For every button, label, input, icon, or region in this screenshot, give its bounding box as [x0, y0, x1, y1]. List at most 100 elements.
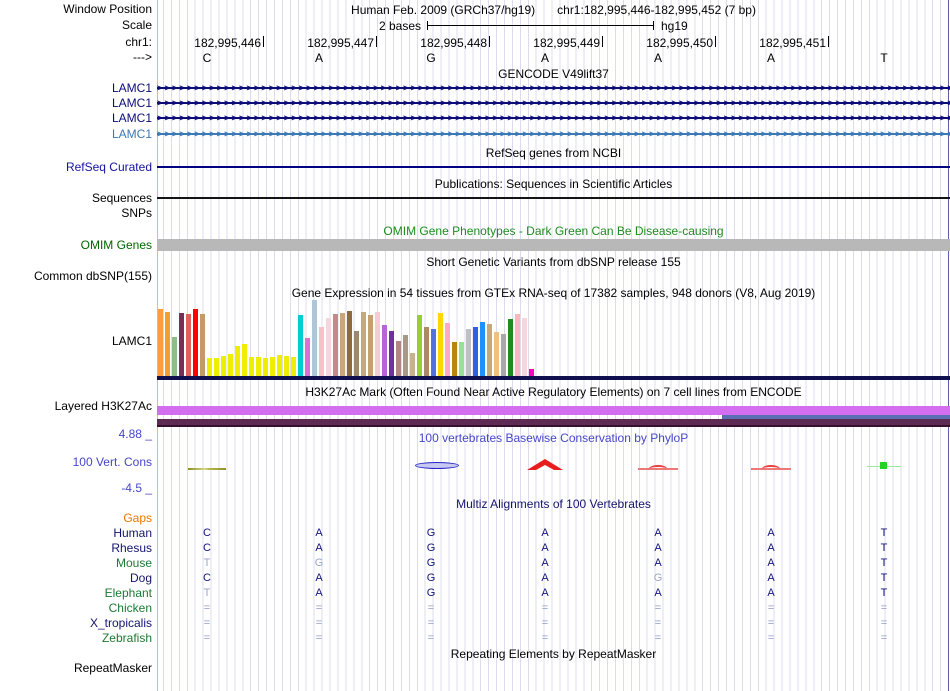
gtex-tissue-bar	[256, 357, 261, 377]
phylop-bump-arc	[762, 465, 780, 469]
sequence-base: G	[423, 51, 439, 65]
gtex-tissue-bar	[312, 300, 317, 377]
gtex-tissue-bar	[207, 358, 212, 377]
gtex-baseline	[157, 376, 950, 380]
align-base-rhesus: A	[311, 542, 327, 554]
left-label-species-human[interactable]: Human	[113, 527, 152, 540]
align-base-x_tropicalis: =	[311, 617, 327, 629]
gtex-tissue-bar	[522, 318, 527, 377]
left-label-snps[interactable]: SNPs	[121, 207, 152, 220]
align-base-rhesus: A	[537, 542, 553, 554]
align-base-rhesus: A	[763, 542, 779, 554]
align-base-elephant: A	[311, 587, 327, 599]
scale-ruler-left-tick	[427, 21, 428, 30]
left-label-layered-h3k27ac[interactable]: Layered H3K27Ac	[55, 400, 152, 413]
left-label-gaps[interactable]: Gaps	[123, 512, 152, 525]
sequence-base: T	[876, 51, 892, 65]
left-label-species-chicken[interactable]: Chicken	[109, 602, 152, 615]
align-base-chicken: =	[763, 602, 779, 614]
left-label-species-mouse[interactable]: Mouse	[116, 557, 152, 570]
left-label-gencode-lamc1-4[interactable]: LAMC1	[112, 128, 152, 141]
gtex-tissue-bar	[459, 342, 464, 377]
sequence-base: A	[763, 51, 779, 65]
left-label-vert-cons[interactable]: 100 Vert. Cons	[73, 456, 152, 469]
gtex-tissue-bar	[333, 314, 338, 377]
scale-ruler-right-tick	[653, 21, 654, 30]
gtex-tissue-bar	[424, 327, 429, 377]
align-base-human: T	[876, 527, 892, 539]
left-label-sequences[interactable]: Sequences	[92, 192, 152, 205]
gencode-arrow-glyphs: >>>>>>>>>>>>>>>>>>>>>>>>>>>>>>>>>>>>>>>>…	[157, 113, 950, 123]
ruler-tick	[376, 36, 377, 47]
align-base-zebrafish: =	[650, 632, 666, 644]
ruler-tick	[715, 36, 716, 47]
align-base-dog: A	[311, 572, 327, 584]
left-label-gencode-lamc1-2[interactable]: LAMC1	[112, 97, 152, 110]
left-label-species-rhesus[interactable]: Rhesus	[111, 542, 152, 555]
gencode-transcript[interactable]: >>>>>>>>>>>>>>>>>>>>>>>>>>>>>>>>>>>>>>>>…	[157, 98, 950, 108]
gtex-tissue-bar	[347, 311, 352, 377]
align-base-x_tropicalis: =	[423, 617, 439, 629]
refseq-curated-line	[157, 166, 950, 168]
gencode-transcript[interactable]: >>>>>>>>>>>>>>>>>>>>>>>>>>>>>>>>>>>>>>>>…	[157, 129, 950, 139]
track-title-dbsnp: Short Genetic Variants from dbSNP releas…	[157, 255, 950, 269]
phylop-dash-mark	[188, 468, 226, 470]
gtex-tissue-bar	[410, 353, 415, 377]
left-label-species-x-tropicalis[interactable]: X_tropicalis	[90, 617, 152, 630]
align-base-zebrafish: =	[763, 632, 779, 644]
ruler-tick	[489, 36, 490, 47]
gencode-arrow-glyphs: >>>>>>>>>>>>>>>>>>>>>>>>>>>>>>>>>>>>>>>>…	[157, 83, 950, 93]
track-title-publications: Publications: Sequences in Scientific Ar…	[157, 177, 950, 191]
gtex-tissue-bar	[165, 312, 170, 377]
left-label-gencode-lamc1-1[interactable]: LAMC1	[112, 82, 152, 95]
scale-assembly: hg19	[661, 19, 688, 33]
gtex-tissue-bar	[487, 324, 492, 377]
gtex-tissue-bar	[214, 358, 219, 377]
align-base-x_tropicalis: =	[537, 617, 553, 629]
align-base-x_tropicalis: =	[650, 617, 666, 629]
gtex-tissue-bar	[284, 356, 289, 377]
align-base-rhesus: G	[423, 542, 439, 554]
left-label-species-dog[interactable]: Dog	[130, 572, 152, 585]
align-base-dog: G	[650, 572, 666, 584]
gencode-transcript[interactable]: >>>>>>>>>>>>>>>>>>>>>>>>>>>>>>>>>>>>>>>>…	[157, 83, 950, 93]
align-base-elephant: T	[199, 587, 215, 599]
left-label-species-zebrafish[interactable]: Zebrafish	[102, 632, 152, 645]
ruler-position-label: 182,995,447	[307, 36, 374, 50]
align-base-zebrafish: =	[423, 632, 439, 644]
left-label-gtex-lamc1[interactable]: LAMC1	[112, 335, 152, 348]
gtex-tissue-bar	[515, 314, 520, 377]
gtex-tissue-bar	[361, 312, 366, 377]
gencode-arrow-glyphs: >>>>>>>>>>>>>>>>>>>>>>>>>>>>>>>>>>>>>>>>…	[157, 129, 950, 139]
omim-genes-bar[interactable]	[157, 239, 950, 251]
left-label-refseq-curated[interactable]: RefSeq Curated	[66, 161, 152, 174]
gtex-tissue-bar	[473, 327, 478, 377]
left-label-omim-genes[interactable]: OMIM Genes	[81, 239, 152, 252]
track-title-gtex: Gene Expression in 54 tissues from GTEx …	[157, 286, 950, 300]
genome-browser-image[interactable]: Human Feb. 2009 (GRCh37/hg19) chr1:182,9…	[0, 0, 950, 691]
left-label-repeatmasker[interactable]: RepeatMasker	[74, 662, 152, 675]
gtex-tissue-bar	[179, 313, 184, 377]
ruler-tick	[602, 36, 603, 47]
gtex-tissue-bar	[375, 312, 380, 377]
left-label-species-elephant[interactable]: Elephant	[105, 587, 152, 600]
gtex-tissue-bar	[291, 357, 296, 377]
gtex-tissue-bar	[389, 331, 394, 377]
gencode-transcript[interactable]: >>>>>>>>>>>>>>>>>>>>>>>>>>>>>>>>>>>>>>>>…	[157, 113, 950, 123]
align-base-chicken: =	[537, 602, 553, 614]
align-base-mouse: A	[537, 557, 553, 569]
align-base-x_tropicalis: =	[876, 617, 892, 629]
align-base-dog: A	[537, 572, 553, 584]
left-label-gencode-lamc1-3[interactable]: LAMC1	[112, 112, 152, 125]
align-base-rhesus: C	[199, 542, 215, 554]
track-title-multiz: Multiz Alignments of 100 Vertebrates	[157, 497, 950, 511]
left-label-common-dbsnp[interactable]: Common dbSNP(155)	[34, 270, 152, 283]
ruler-position-label: 182,995,448	[420, 36, 487, 50]
phylop-dot-square	[880, 462, 887, 469]
align-base-human: A	[311, 527, 327, 539]
align-base-dog: G	[423, 572, 439, 584]
gtex-tissue-bar	[396, 341, 401, 377]
align-base-elephant: G	[423, 587, 439, 599]
gtex-tissue-bar	[193, 309, 198, 377]
scale-ruler-line	[427, 25, 654, 26]
